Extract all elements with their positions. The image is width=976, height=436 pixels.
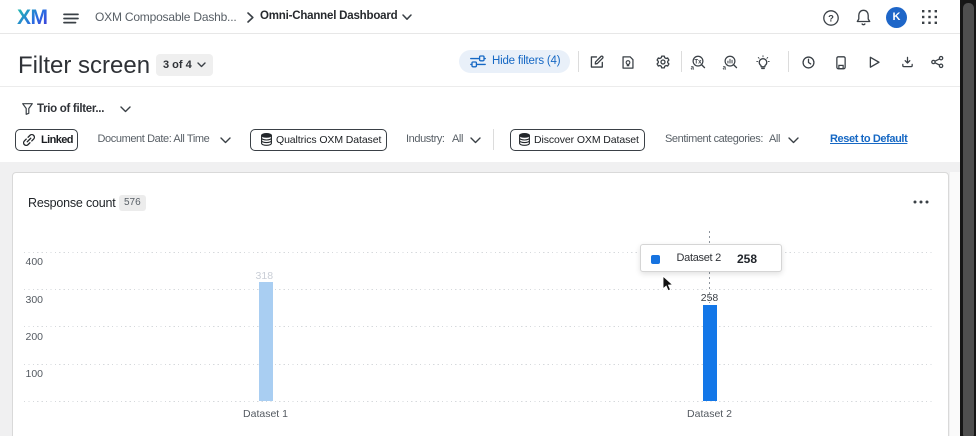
svg-text:a: a (722, 64, 726, 70)
svg-text:a: a (690, 64, 694, 70)
svg-text:Tx: Tx (694, 58, 702, 65)
svg-text:?: ? (828, 14, 834, 25)
